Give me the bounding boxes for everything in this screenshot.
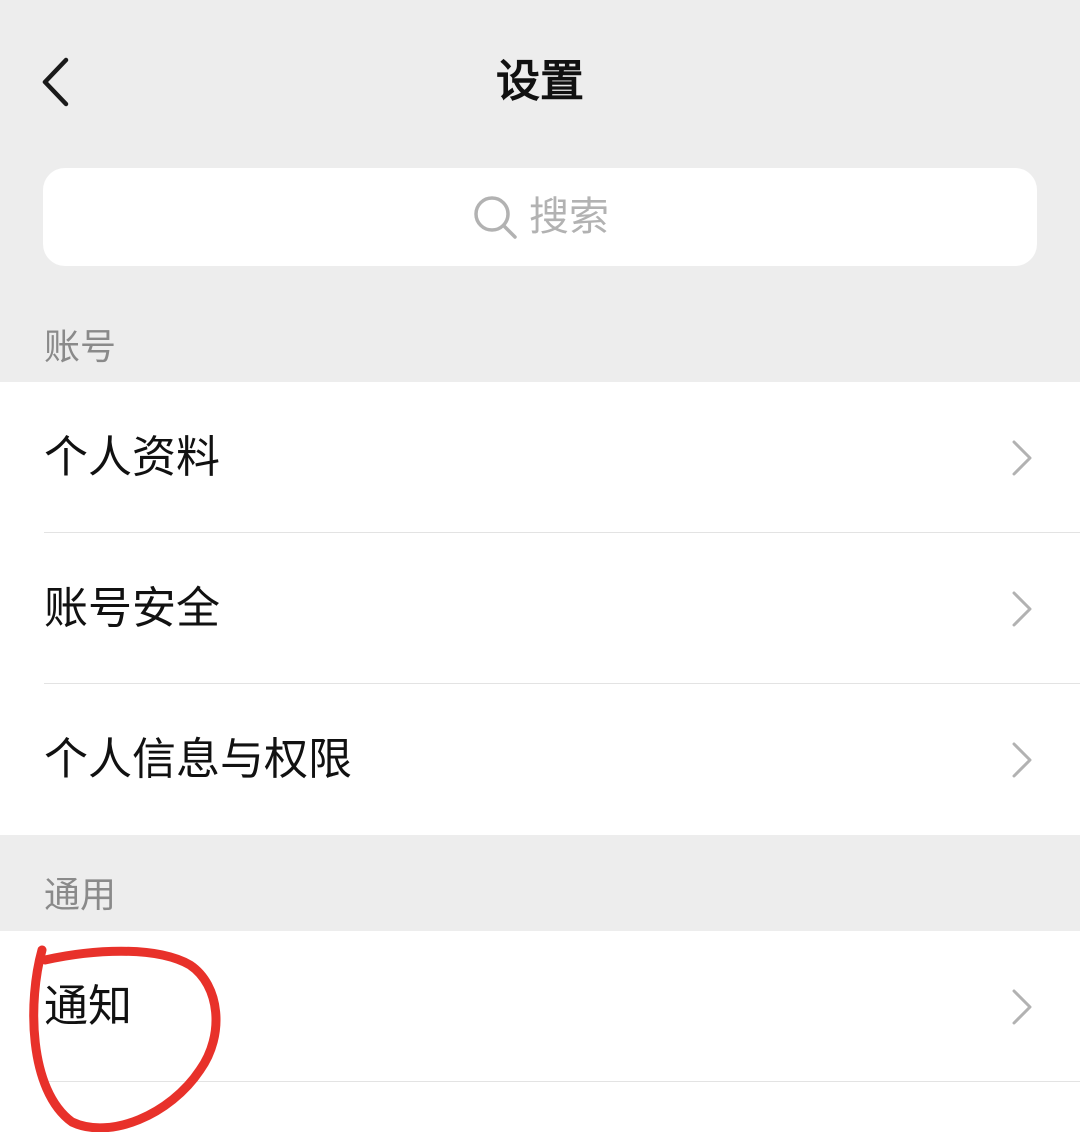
settings-item-notifications[interactable]: 通知	[0, 931, 1080, 1082]
search-icon	[474, 196, 517, 239]
chevron-right-icon	[1010, 740, 1034, 780]
settings-item-label: 个人资料	[44, 431, 220, 483]
chevron-right-icon	[1010, 589, 1034, 629]
settings-item-profile[interactable]: 个人资料	[0, 382, 1080, 533]
navigation-bar: 设置	[0, 0, 1080, 165]
search-input[interactable]: 搜索	[43, 168, 1037, 266]
chevron-right-icon	[1010, 438, 1034, 478]
divider	[44, 1081, 1080, 1082]
chevron-right-icon	[1010, 987, 1034, 1027]
settings-item-privacy-permissions[interactable]: 个人信息与权限	[0, 684, 1080, 835]
settings-item-label: 个人信息与权限	[44, 733, 352, 785]
section-header-account: 账号	[44, 327, 117, 368]
account-settings-group: 个人资料 账号安全 个人信息与权限	[0, 382, 1080, 835]
section-header-general: 通用	[44, 875, 117, 916]
settings-item-label: 通知	[44, 980, 132, 1032]
settings-item-account-security[interactable]: 账号安全	[0, 533, 1080, 684]
settings-item-label: 账号安全	[44, 582, 220, 634]
general-settings-group: 通知	[0, 931, 1080, 1132]
page-title: 设置	[496, 56, 584, 107]
search-placeholder: 搜索	[529, 194, 609, 240]
